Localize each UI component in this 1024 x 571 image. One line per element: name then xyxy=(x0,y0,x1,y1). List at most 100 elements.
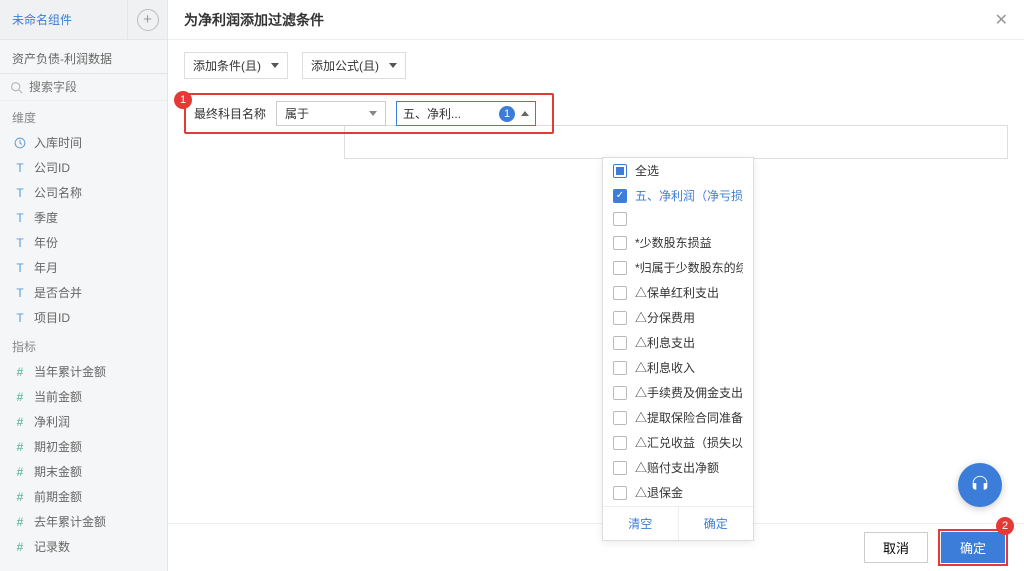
text-type-icon: T xyxy=(12,211,28,225)
measure-item[interactable]: #去年累计金额 xyxy=(0,509,167,534)
dropdown-option-label: △利息支出 xyxy=(635,334,695,351)
caret-down-icon xyxy=(389,63,397,68)
dimension-item[interactable]: T公司名称 xyxy=(0,180,167,205)
measure-item[interactable]: # 记录数 xyxy=(0,534,167,559)
dimension-item[interactable]: 入库时间 xyxy=(0,130,167,155)
dimension-label: 项目ID xyxy=(34,309,70,326)
support-fab[interactable] xyxy=(958,463,1002,507)
modal-footer: 取消 2 确定 xyxy=(168,523,1024,571)
close-icon[interactable]: ✕ xyxy=(995,10,1008,30)
checkbox-icon xyxy=(613,361,627,375)
measure-item[interactable]: #净利润 xyxy=(0,409,167,434)
checkbox-icon xyxy=(613,336,627,350)
operator-select[interactable]: 属于 xyxy=(276,101,386,126)
dropdown-confirm-button[interactable]: 确定 xyxy=(679,507,754,540)
callout-2: 2 xyxy=(996,517,1014,535)
checkbox-indeterminate-icon xyxy=(613,164,627,178)
add-condition-label: 添加条件(且) xyxy=(193,57,261,74)
cancel-button[interactable]: 取消 xyxy=(864,532,928,563)
checkbox-icon xyxy=(613,411,627,425)
dropdown-option[interactable]: △赔付支出净额 xyxy=(603,455,753,480)
plus-icon: + xyxy=(137,9,159,31)
number-type-icon: # xyxy=(12,465,28,479)
checkbox-icon xyxy=(613,386,627,400)
number-type-icon: # xyxy=(12,540,28,554)
dimension-item[interactable]: T 年份 xyxy=(0,230,167,255)
checkbox-icon xyxy=(613,236,627,250)
text-type-icon: T xyxy=(12,161,28,175)
text-type-icon: T xyxy=(12,261,28,275)
select-all-item[interactable]: 全选 xyxy=(603,158,753,183)
dropdown-option[interactable]: △利息收入 xyxy=(603,355,753,380)
dropdown-option[interactable]: △保单红利支出 xyxy=(603,280,753,305)
dimension-item[interactable]: T季度 xyxy=(0,205,167,230)
filter-row: 1 最终科目名称 属于 五、净利... 1 xyxy=(184,93,554,134)
selection-count-badge: 1 xyxy=(499,106,515,122)
measure-label: 记录数 xyxy=(34,538,70,555)
dimensions-header: 维度 xyxy=(0,101,167,130)
measure-item[interactable]: #期末金额 xyxy=(0,459,167,484)
checkbox-icon xyxy=(613,286,627,300)
modal-body: 添加条件(且) 添加公式(且) 1 最终科目名称 属于 五、净利... 1 xyxy=(168,40,1024,523)
dropdown-option[interactable]: △提取保险合同准备金净额 xyxy=(603,405,753,430)
dropdown-clear-button[interactable]: 清空 xyxy=(603,507,679,540)
dropdown-option-label: *少数股东损益 xyxy=(635,234,712,251)
dropdown-option-label: △分保费用 xyxy=(635,309,695,326)
chevron-down-icon xyxy=(369,111,377,116)
dropdown-option[interactable]: △手续费及佣金支出 xyxy=(603,380,753,405)
search-input[interactable] xyxy=(29,80,157,94)
dimension-item[interactable]: T 是否合并 xyxy=(0,280,167,305)
measure-item[interactable]: #当前金额 xyxy=(0,384,167,409)
dropdown-option[interactable]: *少数股东损益 xyxy=(603,230,753,255)
caret-down-icon xyxy=(271,63,279,68)
select-all-label: 全选 xyxy=(635,162,659,179)
sidebar-top: 未命名组件 + xyxy=(0,0,167,40)
dropdown-option[interactable]: 五、净利润（净亏损以" - "号填列） xyxy=(603,183,753,208)
ok-highlight: 2 确定 xyxy=(938,529,1008,566)
dropdown-option[interactable]: *归属于少数股东的综合收益总额 xyxy=(603,255,753,280)
measure-item[interactable]: #当年累计金额 xyxy=(0,359,167,384)
dimension-item[interactable]: T 项目ID xyxy=(0,305,167,330)
callout-1: 1 xyxy=(174,91,192,109)
dimension-label: 年月 xyxy=(34,259,58,276)
dropdown-option-label: △汇兑收益（损失以"-"号填列） xyxy=(635,434,743,451)
measure-item[interactable]: # 期初金额 xyxy=(0,434,167,459)
search-icon xyxy=(10,81,23,94)
group-label[interactable]: 未命名组件 xyxy=(0,11,127,28)
measure-label: 当年累计金额 xyxy=(34,363,106,380)
dimension-item[interactable]: T 公司ID xyxy=(0,155,167,180)
value-select[interactable]: 五、净利... 1 xyxy=(396,101,536,126)
text-type-icon: T xyxy=(12,236,28,250)
dimension-label: 公司ID xyxy=(34,159,70,176)
add-component-button[interactable]: + xyxy=(127,0,167,40)
ok-button[interactable]: 确定 xyxy=(941,532,1005,563)
dropdown-footer: 清空 确定 xyxy=(603,506,753,540)
dropdown-option-label: △赔付支出净额 xyxy=(635,459,719,476)
dimension-label: 是否合并 xyxy=(34,284,82,301)
text-type-icon: T xyxy=(12,311,28,325)
dimension-item[interactable]: T 年月 xyxy=(0,255,167,280)
add-condition-button[interactable]: 添加条件(且) xyxy=(184,52,288,79)
dropdown-option-label: *归属于少数股东的综合收益总额 xyxy=(635,259,743,276)
measure-label: 去年累计金额 xyxy=(34,513,106,530)
dropdown-option[interactable]: △分保费用 xyxy=(603,305,753,330)
dropdown-option-label: △手续费及佣金支出 xyxy=(635,384,743,401)
number-type-icon: # xyxy=(12,440,28,454)
modal-title: 为净利润添加过滤条件 xyxy=(184,10,324,30)
text-type-icon: T xyxy=(12,186,28,200)
filter-field-label: 最终科目名称 xyxy=(194,105,266,122)
text-type-icon: T xyxy=(12,286,28,300)
dropdown-option-label: 五、净利润（净亏损以" - "号填列） xyxy=(635,187,743,204)
dropdown-option[interactable] xyxy=(603,208,753,230)
checkbox-icon xyxy=(613,436,627,450)
dropdown-option[interactable]: △利息支出 xyxy=(603,330,753,355)
dropdown-option[interactable]: △汇兑收益（损失以"-"号填列） xyxy=(603,430,753,455)
checkbox-icon xyxy=(613,212,627,226)
dimension-label: 年份 xyxy=(34,234,58,251)
number-type-icon: # xyxy=(12,390,28,404)
measure-item[interactable]: #前期金额 xyxy=(0,484,167,509)
datasource-label[interactable]: 资产负债-利润数据 xyxy=(0,40,167,74)
dropdown-option[interactable]: △退保金 xyxy=(603,480,753,505)
add-formula-button[interactable]: 添加公式(且) xyxy=(302,52,406,79)
measure-label: 期初金额 xyxy=(34,438,82,455)
